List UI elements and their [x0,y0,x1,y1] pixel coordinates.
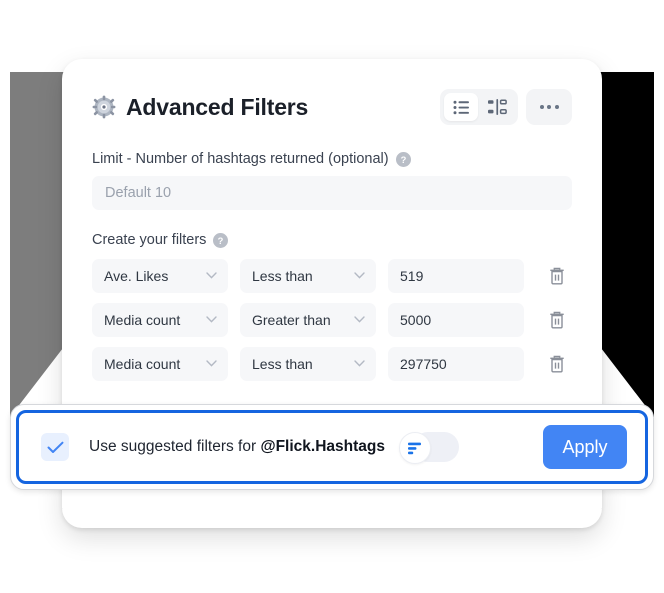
use-suggested-filters-checkbox[interactable] [41,433,69,461]
screenshot-root: Advanced Filters Limit - Number of hasht… [0,0,664,593]
suggested-filters-text-prefix: Use suggested filters for [89,438,261,455]
operator-select[interactable]: Greater than [240,303,376,337]
filter-value-input[interactable] [388,259,524,293]
limit-label-row: Limit - Number of hashtags returned (opt… [92,151,572,167]
trash-icon [549,311,565,329]
filter-value-input[interactable] [388,303,524,337]
toggle-knob [398,432,431,464]
delete-filter-button[interactable] [544,349,570,379]
metric-select-value: Media count [104,356,181,372]
trash-icon [549,267,565,285]
suggested-account-name: @Flick.Hashtags [260,438,385,455]
suggested-filters-toggle[interactable] [398,432,459,464]
view-mode-segmented-control [440,89,518,125]
create-filters-label: Create your filters [92,232,207,248]
operator-select-value: Greater than [252,312,331,328]
help-circle-icon[interactable]: ? [213,232,229,248]
trash-icon [549,355,565,373]
card-body: Advanced Filters Limit - Number of hasht… [62,59,602,381]
title-group: Advanced Filters [92,95,308,119]
filter-row: Ave. Likes Less than [92,259,572,293]
suggested-filters-label: Use suggested filters for @Flick.Hashtag… [89,438,385,456]
filter-row: Media count Less than [92,347,572,381]
metric-select-value: Media count [104,312,181,328]
operator-select[interactable]: Less than [240,347,376,381]
apply-button[interactable]: Apply [543,425,627,469]
page-title: Advanced Filters [126,93,309,120]
limit-input[interactable] [92,176,572,210]
header-actions [440,89,572,125]
operator-select-value: Less than [252,356,313,372]
filter-icon [407,442,422,455]
metric-select[interactable]: Media count [92,347,228,381]
help-circle-icon[interactable]: ? [395,151,411,167]
suggested-filters-bar: Use suggested filters for @Flick.Hashtag… [16,410,648,484]
metric-select[interactable]: Media count [92,303,228,337]
create-filters-label-row: Create your filters ? [92,232,572,248]
operator-select[interactable]: Less than [240,259,376,293]
list-view-icon [453,100,470,115]
delete-filter-button[interactable] [544,305,570,335]
check-icon [47,441,64,454]
metric-select[interactable]: Ave. Likes [92,259,228,293]
filter-settings-icon [487,99,507,115]
operator-select-value: Less than [252,268,313,284]
more-options-button[interactable] [526,89,572,125]
limit-label: Limit - Number of hashtags returned (opt… [92,151,389,167]
svg-text:?: ? [218,235,224,245]
filter-settings-icon-button[interactable] [480,93,514,121]
card-header: Advanced Filters [92,89,572,125]
gear-icon [92,95,116,119]
filter-row: Media count Greater than [92,303,572,337]
suggested-filters-callout: Use suggested filters for @Flick.Hashtag… [10,404,654,490]
more-options-icon [539,105,559,109]
metric-select-value: Ave. Likes [104,268,169,284]
delete-filter-button[interactable] [544,261,570,291]
list-view-icon-button[interactable] [444,93,478,121]
svg-text:?: ? [400,154,406,164]
filter-value-input[interactable] [388,347,524,381]
